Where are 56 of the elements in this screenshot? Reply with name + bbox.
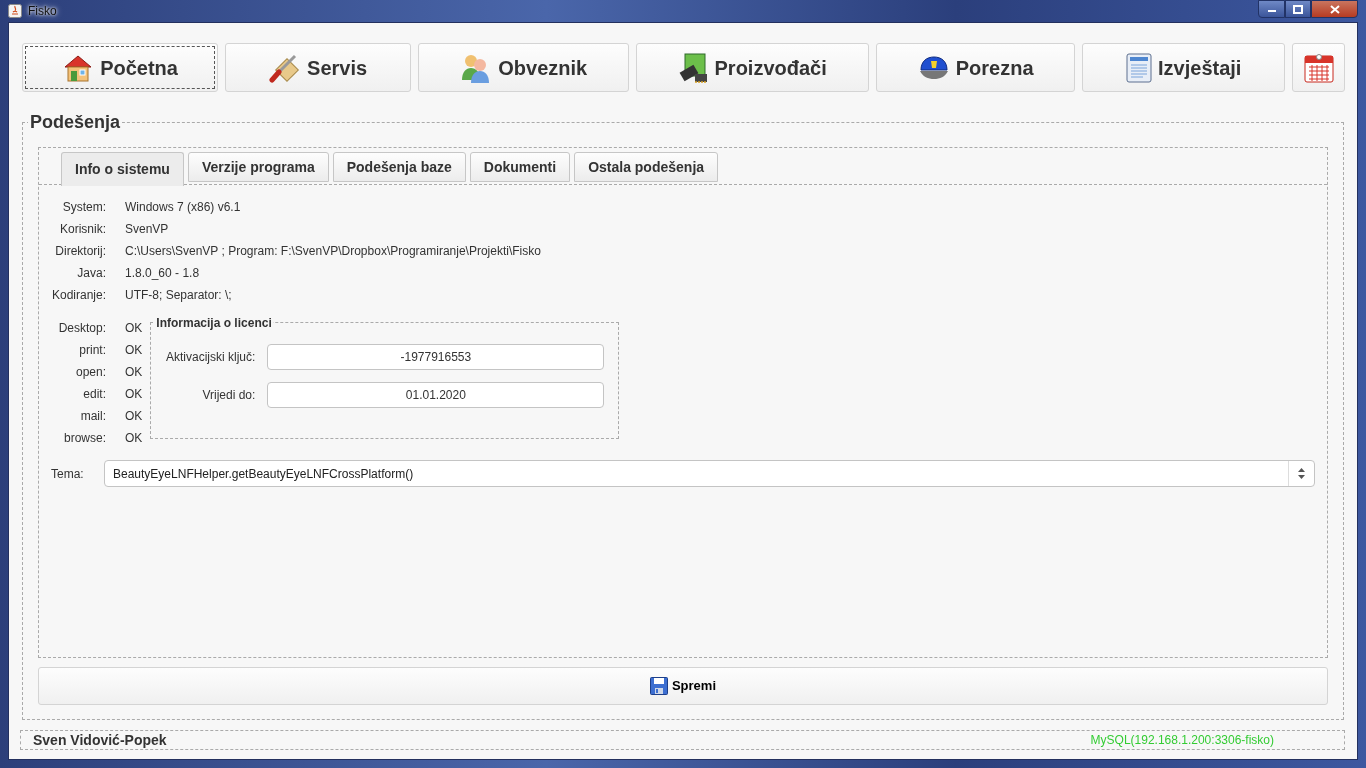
calendar-button[interactable]: [1292, 43, 1345, 92]
feature-status: OK: [125, 408, 143, 424]
document-icon: [1126, 52, 1152, 83]
minimize-button[interactable]: [1258, 0, 1285, 18]
circuit-board-icon: [678, 51, 709, 84]
feature-status: OK: [125, 386, 143, 402]
feature-status: OK: [125, 320, 143, 336]
field-label: Java:: [76, 265, 106, 281]
group-title: Informacija o licenci: [155, 315, 273, 331]
nav-button[interactable]: Proizvođači: [636, 43, 870, 92]
java-app-icon: [8, 4, 22, 18]
feature-label: open:: [74, 364, 106, 380]
nav-button[interactable]: Izvještaji: [1082, 43, 1286, 92]
calendar-icon: [1303, 52, 1334, 83]
close-button[interactable]: [1311, 0, 1358, 18]
spinner-arrows-icon: [1298, 468, 1305, 479]
close-icon: [1329, 4, 1340, 14]
feature-label: print:: [78, 342, 106, 358]
feature-status: OK: [125, 364, 143, 380]
input-field[interactable]: 01.01.2020: [267, 382, 605, 408]
feature-label: mail:: [79, 408, 106, 424]
tab[interactable]: Podešenja baze: [332, 152, 466, 182]
feature-label: Desktop:: [57, 320, 106, 336]
nav-button[interactable]: Porezna: [876, 43, 1076, 92]
feature-status: OK: [125, 342, 143, 358]
tab[interactable]: Verzije programa: [187, 152, 329, 182]
field-label: Vrijedi do:: [201, 387, 256, 404]
nav-button[interactable]: Obveznik: [418, 43, 630, 92]
field-value: UTF-8; Separator: \;: [125, 287, 233, 303]
user-name: Sven Vidović-Popek: [33, 730, 167, 750]
input-field[interactable]: -1977916553: [267, 344, 605, 370]
field-label: Aktivacijski ključ:: [165, 349, 256, 366]
field-value: Windows 7 (x86) v6.1: [125, 199, 242, 215]
window-title: Fisko: [28, 3, 57, 20]
save-button[interactable]: Spremi: [38, 667, 1328, 705]
cap-icon: [917, 54, 950, 81]
field-value: SvenVP: [125, 221, 170, 237]
field-label: Direktorij:: [54, 243, 106, 259]
field-label: Kodiranje:: [51, 287, 106, 303]
maximize-button[interactable]: [1285, 0, 1311, 18]
field-label: Korisnik:: [59, 221, 106, 237]
tab[interactable]: Ostala podešenja: [574, 152, 719, 182]
connection-status: MySQL(192.168.1.200:3306-fisko): [1090, 732, 1274, 749]
feature-status: OK: [125, 430, 143, 446]
nav-button[interactable]: Početna: [22, 43, 219, 92]
field-value: 1.8.0_60 - 1.8: [125, 265, 201, 281]
feature-label: browse:: [62, 430, 106, 446]
tab[interactable]: Info o sistemu: [61, 152, 184, 186]
nav-button[interactable]: Servis: [225, 43, 412, 92]
theme-label: Tema:: [51, 465, 85, 483]
theme-dropdown[interactable]: BeautyEyeLNFHelper.getBeautyEyeLNFCrossPlatform(): [104, 460, 1315, 487]
maximize-icon: [1293, 4, 1303, 14]
field-value: C:\Users\SvenVP ; Program: F:\SvenVP\Dropbox\Programiranje\Projekti\Fisko: [125, 243, 542, 259]
tab[interactable]: Dokumenti: [469, 152, 571, 182]
feature-label: edit:: [82, 386, 106, 402]
field-label: System:: [61, 199, 106, 215]
